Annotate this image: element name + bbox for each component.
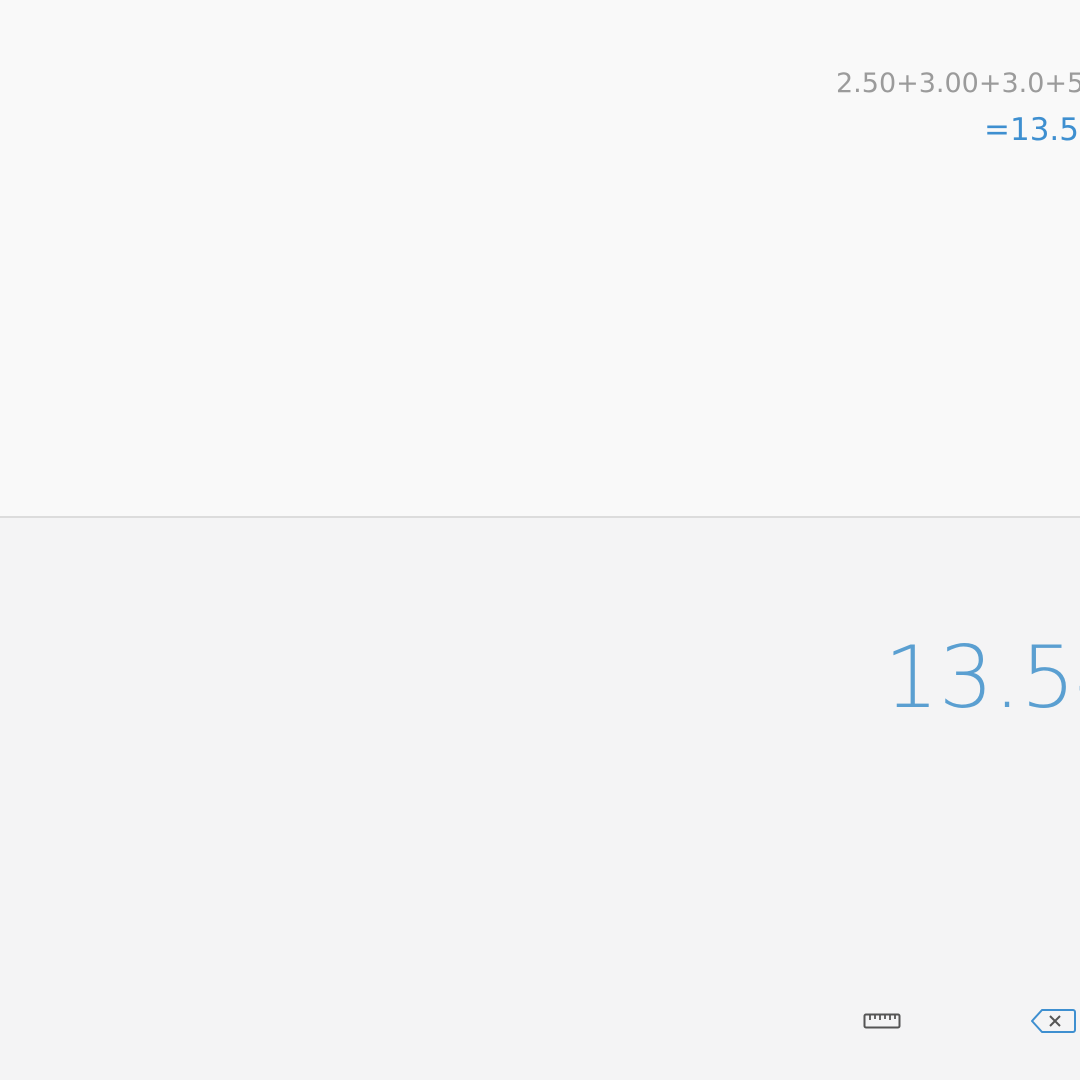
history-result[interactable]: =13.54 <box>984 110 1080 150</box>
ruler-icon <box>863 1013 901 1029</box>
display-value: 13.54 <box>884 628 1080 728</box>
calculator-screen: 2.50+3.00+3.0+5.04 =13.54 13.54 <box>0 0 1080 1080</box>
history-panel[interactable]: 2.50+3.00+3.0+5.04 =13.54 <box>0 0 1080 516</box>
backspace-button[interactable] <box>1030 1004 1080 1038</box>
history-entry[interactable]: 2.50+3.00+3.0+5.04 =13.54 <box>836 66 1080 148</box>
unit-converter-button[interactable] <box>858 1004 906 1038</box>
history-expression[interactable]: 2.50+3.00+3.0+5.04 <box>836 66 1080 102</box>
backspace-icon <box>1031 1009 1076 1033</box>
display-panel: 13.54 <box>0 518 1080 1080</box>
